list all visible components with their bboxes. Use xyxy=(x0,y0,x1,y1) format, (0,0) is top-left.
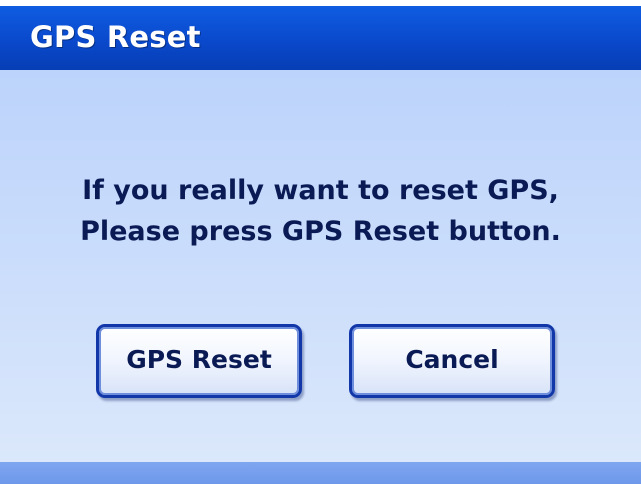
dialog-body: If you really want to reset GPS, Please … xyxy=(0,70,641,462)
message-line-2: Please press GPS Reset button. xyxy=(80,216,561,247)
gps-reset-screen: GPS Reset If you really want to reset GP… xyxy=(0,0,641,484)
confirmation-message: If you really want to reset GPS, Please … xyxy=(0,170,641,252)
dialog-title: GPS Reset xyxy=(30,20,201,54)
title-bar: GPS Reset xyxy=(0,0,641,70)
message-line-1: If you really want to reset GPS, xyxy=(82,175,559,206)
bottom-bar xyxy=(0,462,641,484)
gps-reset-button[interactable]: GPS Reset xyxy=(96,324,302,398)
cancel-button[interactable]: Cancel xyxy=(349,324,555,398)
